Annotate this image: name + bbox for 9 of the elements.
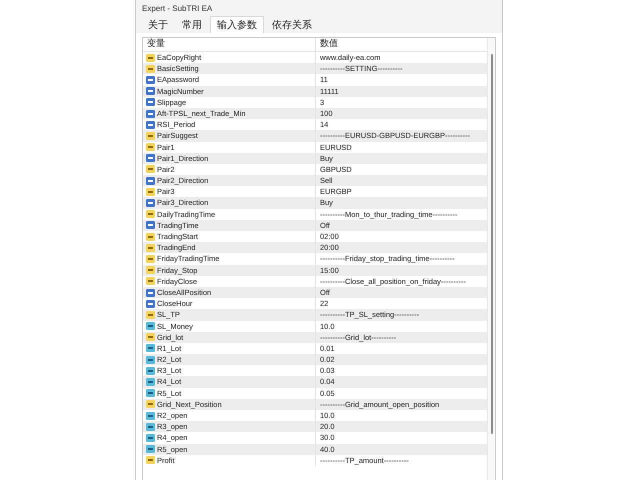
column-header: 数值 <box>315 38 487 52</box>
window-title: Expert - SubTRI EA <box>141 3 214 15</box>
tab[interactable]: 输入参数 <box>210 16 264 33</box>
type-icon <box>146 254 155 263</box>
tab[interactable]: 常用 <box>176 17 208 33</box>
scrollbar[interactable] <box>487 38 495 480</box>
tab[interactable]: 依存关系 <box>266 17 318 33</box>
column-header: 变量 <box>143 38 315 52</box>
tab[interactable]: 关于 <box>142 17 174 33</box>
